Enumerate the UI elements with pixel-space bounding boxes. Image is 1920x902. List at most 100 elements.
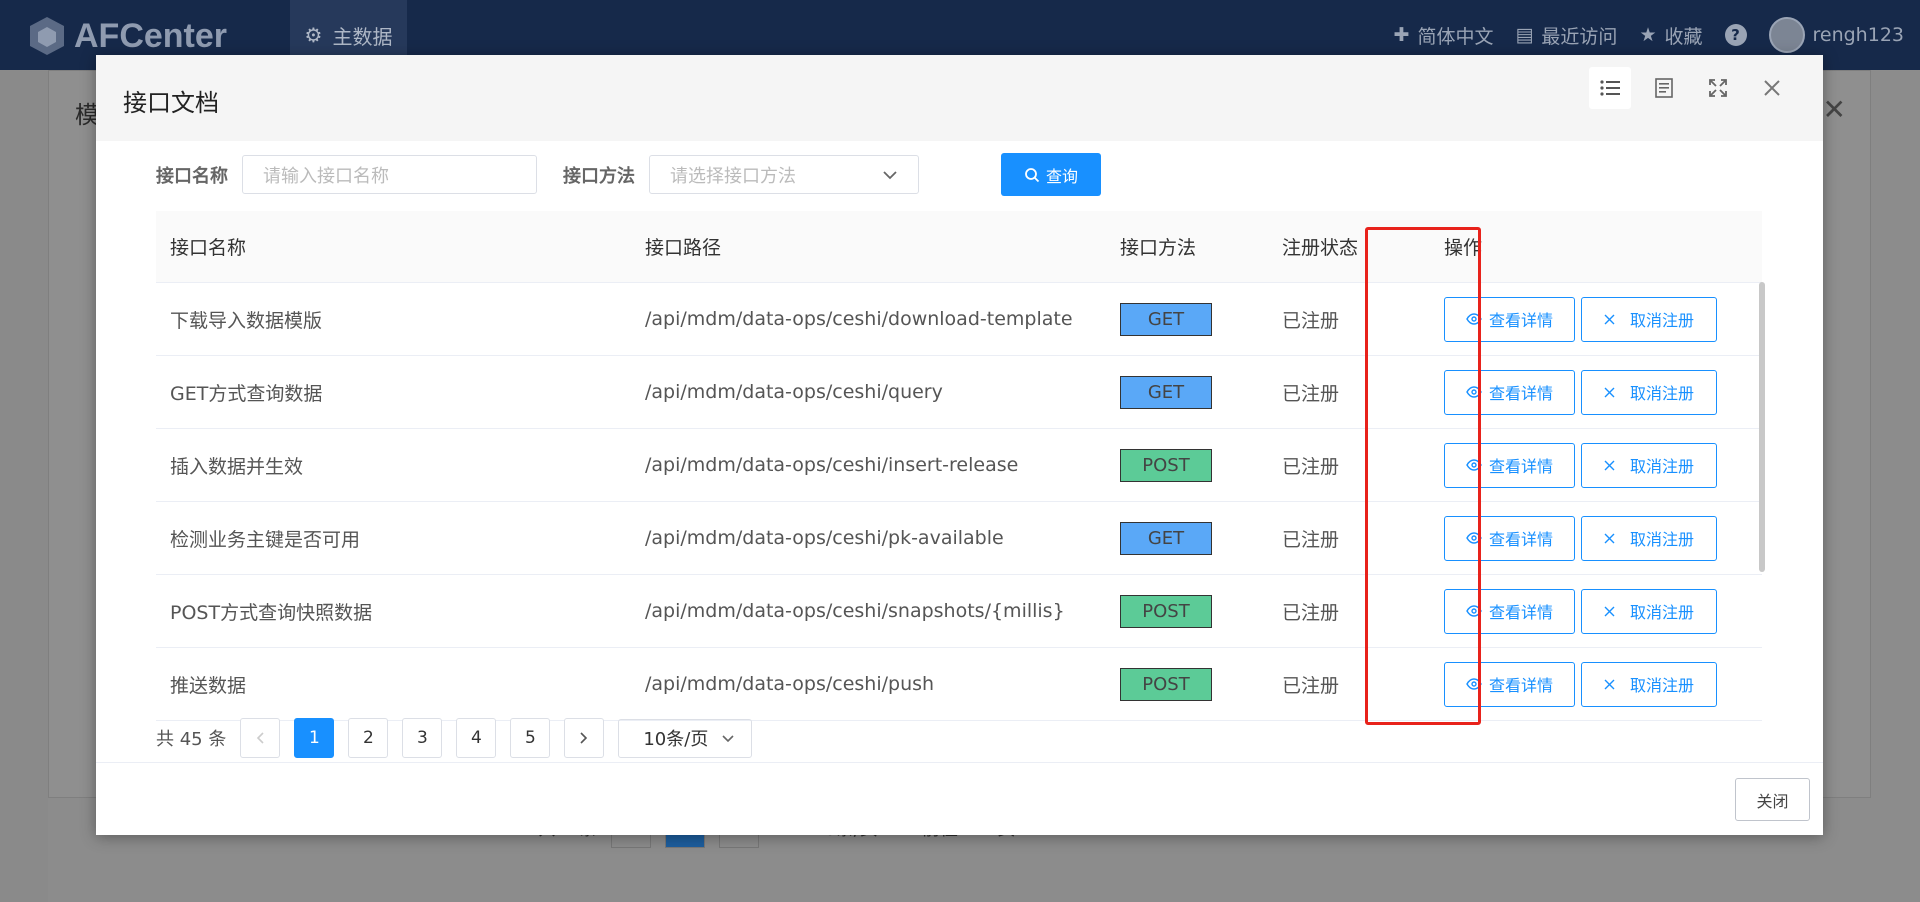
row-name: POST方式查询快照数据 [170,601,373,624]
pager-next-button[interactable] [564,718,605,758]
document-view-button[interactable] [1643,67,1685,109]
close-dialog-button[interactable]: 关闭 [1735,778,1810,821]
row-path: /api/mdm/data-ops/ceshi/query [645,381,943,403]
method-badge: POST [1120,448,1212,482]
language-switch[interactable]: ✚ 简体中文 [1394,22,1494,49]
page-size-label: 10条/页 [643,729,709,750]
app-logo[interactable]: AFCenter [28,14,227,58]
cancel-registration-label: 取消注册 [1629,530,1694,549]
pager-page-5[interactable]: 5 [510,718,551,758]
header-path: 接口路径 [645,237,722,259]
pager-page-3[interactable]: 3 [402,718,443,758]
list-icon [1600,80,1620,96]
close-icon [1764,80,1780,96]
pager-pages: 12345 [294,718,551,758]
close-icon [1604,679,1615,689]
chevron-right-icon [580,732,588,744]
row-name: 检测业务主键是否可用 [170,528,361,551]
pager-page-2[interactable]: 2 [348,718,389,758]
close-button[interactable] [1751,67,1793,109]
view-details-label: 查看详情 [1488,384,1553,403]
name-filter-input[interactable]: 请输入接口名称 [242,155,537,194]
cancel-registration-button[interactable]: 取消注册 [1581,442,1717,488]
sliders-icon: ⚙ [304,23,323,47]
search-icon [1025,167,1040,182]
modal-title: 接口文档 [123,89,219,117]
recent-visits[interactable]: ▤ 最近访问 [1515,22,1617,49]
help-button[interactable]: ? [1724,24,1747,46]
nav-item-label: 主数据 [332,24,393,49]
eye-icon [1466,532,1482,544]
fullscreen-button[interactable] [1697,67,1739,109]
row-path: /api/mdm/data-ops/ceshi/download-templat… [645,308,1073,330]
close-icon [1604,460,1615,470]
method-filter-select[interactable]: 请选择接口方法 [649,155,919,194]
view-details-button[interactable]: 查看详情 [1444,442,1575,488]
document-icon [1655,78,1673,98]
row-actions: 查看详情 取消注册 [1430,588,1762,634]
row-name: GET方式查询数据 [170,382,323,405]
eye-icon [1466,459,1482,471]
table-row: 插入数据并生效/api/mdm/data-ops/ceshi/insert-re… [156,429,1762,502]
cancel-registration-label: 取消注册 [1629,384,1694,403]
help-icon: ? [1724,24,1747,46]
cancel-registration-button[interactable]: 取消注册 [1581,661,1717,707]
pagination: 共 45 条 12345 10条/页 [156,718,753,758]
close-icon [1604,387,1615,397]
query-button[interactable]: 查询 [1001,153,1101,196]
view-details-label: 查看详情 [1488,676,1553,695]
table-body: 下载导入数据模版/api/mdm/data-ops/ceshi/download… [156,283,1762,721]
view-details-button[interactable]: 查看详情 [1444,369,1575,415]
pager-page-4[interactable]: 4 [456,718,497,758]
background-close-icon[interactable]: ✕ [1823,93,1846,126]
view-details-button[interactable]: 查看详情 [1444,588,1575,634]
modal-footer: 关闭 [96,762,1823,835]
table-row: 推送数据/api/mdm/data-ops/ceshi/push POST 已注册 查… [156,648,1762,721]
cancel-registration-label: 取消注册 [1629,676,1694,695]
user-menu[interactable]: rengh123 [1768,17,1904,53]
cancel-registration-button[interactable]: 取消注册 [1581,296,1717,342]
sidebar [0,70,48,902]
row-actions: 查看详情 取消注册 [1430,661,1762,707]
list-view-button[interactable] [1589,67,1631,109]
name-filter-label: 接口名称 [156,165,228,187]
method-badge: GET [1120,375,1212,409]
table-row: GET方式查询数据/api/mdm/data-ops/ceshi/query GE… [156,356,1762,429]
cancel-registration-label: 取消注册 [1629,457,1694,476]
modal-header: 接口文档 [96,55,1823,141]
table-row: 检测业务主键是否可用/api/mdm/data-ops/ceshi/pk-ava… [156,502,1762,575]
filter-bar: 接口名称 请输入接口名称 接口方法 请选择接口方法 查询 [156,153,1101,196]
language-icon: ✚ [1393,24,1410,46]
pager-total: 共 45 条 [156,729,227,750]
favorites[interactable]: ★ 收藏 [1639,22,1702,49]
row-name: 推送数据 [170,674,247,697]
row-status: 已注册 [1282,309,1340,332]
modal-header-tools [1589,67,1793,109]
method-filter-label: 接口方法 [563,165,635,187]
row-actions: 查看详情 取消注册 [1430,515,1762,561]
page-size-select[interactable]: 10条/页 [618,718,753,758]
chevron-left-icon [257,732,264,744]
header-method: 接口方法 [1120,237,1197,259]
cancel-registration-button[interactable]: 取消注册 [1581,515,1717,561]
view-details-button[interactable]: 查看详情 [1444,515,1575,561]
pager-page-1[interactable]: 1 [294,718,335,758]
eye-icon [1466,605,1482,617]
avatar [1768,17,1805,53]
table-scrollbar[interactable] [1759,282,1765,572]
row-path: /api/mdm/data-ops/ceshi/pk-available [645,527,1004,549]
view-details-button[interactable]: 查看详情 [1444,661,1575,707]
row-method: GET [1106,302,1268,336]
header-status: 注册状态 [1282,237,1359,259]
pager-prev-button[interactable] [240,718,281,758]
view-details-label: 查看详情 [1488,530,1553,549]
view-details-button[interactable]: 查看详情 [1444,296,1575,342]
header-actions: 操作 [1444,237,1483,259]
row-name: 下载导入数据模版 [170,309,323,332]
cancel-registration-button[interactable]: 取消注册 [1581,588,1717,634]
star-icon: ★ [1639,24,1657,46]
cancel-registration-button[interactable]: 取消注册 [1581,369,1717,415]
row-status: 已注册 [1282,674,1340,697]
language-label: 简体中文 [1417,25,1494,48]
row-method: POST [1106,448,1268,482]
